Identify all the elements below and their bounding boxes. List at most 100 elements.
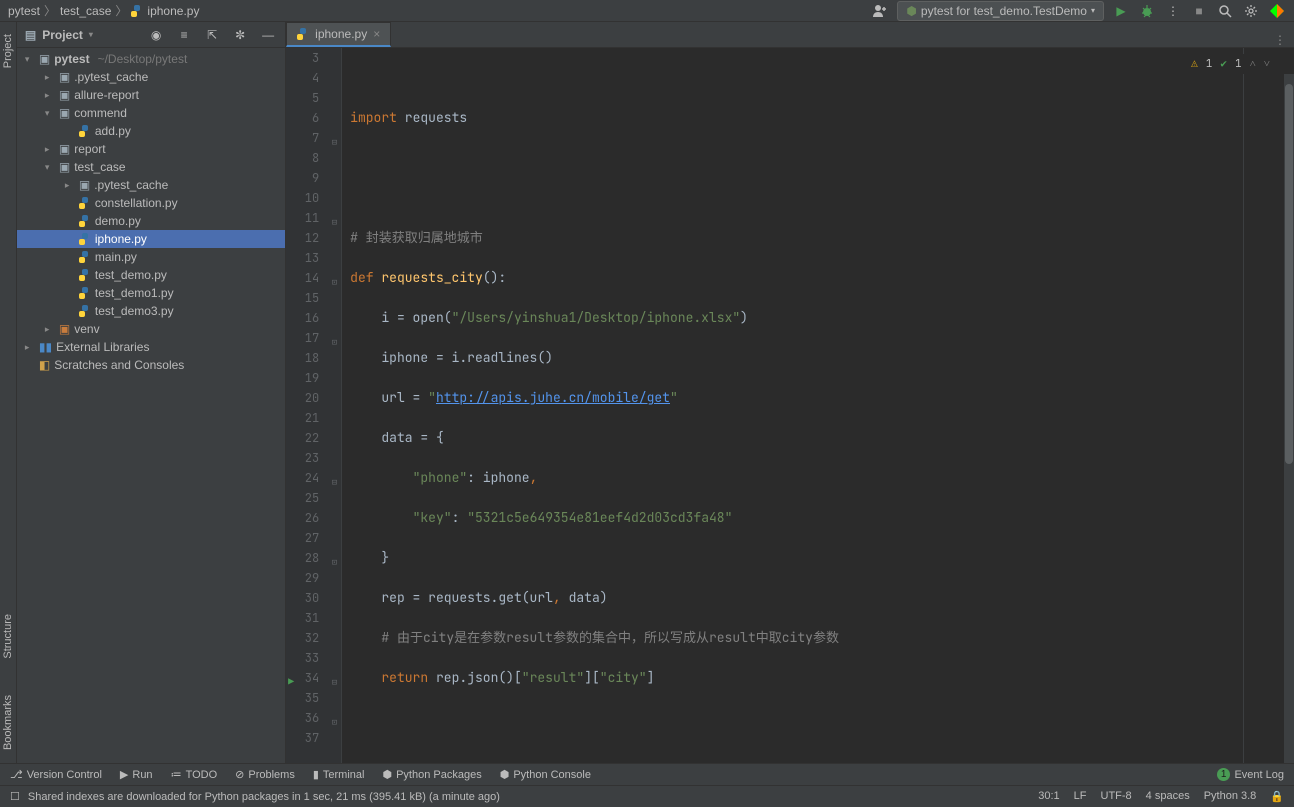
fold-marker-icon[interactable]: ⊟ <box>327 132 337 142</box>
run-more-icon[interactable]: ⋮ <box>1164 2 1182 20</box>
python-file-icon <box>297 28 309 40</box>
tree-file-selected[interactable]: iphone.py <box>17 230 285 248</box>
folder-icon: ▣ <box>59 160 70 174</box>
chevron-right-icon: ▸ <box>45 324 55 335</box>
play-icon: ▶ <box>120 768 128 781</box>
tree-folder[interactable]: ▸▣allure-report <box>17 86 285 104</box>
tool-terminal[interactable]: ▮Terminal <box>313 768 365 781</box>
tool-version-control[interactable]: ⎇Version Control <box>10 768 102 781</box>
folder-icon: ▣ <box>59 322 70 336</box>
tree-scratches[interactable]: ◧Scratches and Consoles <box>17 356 285 374</box>
fold-end-icon[interactable]: ⊡ <box>327 552 337 562</box>
project-panel: ▤ Project ▾ ◉ ≡ ⇱ ✼ — ▾ ▣ pytest ~/Deskt… <box>17 22 286 763</box>
console-icon: ⬢ <box>500 768 510 781</box>
chevron-down-icon: ▾ <box>25 54 35 65</box>
warning-icon: ⚠ <box>1191 54 1198 74</box>
python-file-icon <box>79 125 91 137</box>
tree-folder[interactable]: ▸▣report <box>17 140 285 158</box>
todo-icon: ≔ <box>171 768 182 781</box>
event-badge: 1 <box>1217 768 1231 781</box>
status-caret-pos[interactable]: 30:1 <box>1038 790 1059 803</box>
tabs-more-icon[interactable]: ⋮ <box>1266 33 1294 47</box>
editor-gutter[interactable]: 3 4 5 6 7⊟ 8 9 10 11⊟ 12 13 14⊡ 15 16 17… <box>286 48 342 763</box>
tool-problems[interactable]: ⊘Problems <box>235 768 295 781</box>
tool-python-console[interactable]: ⬢Python Console <box>500 768 591 781</box>
chevron-down-icon[interactable]: ˅ <box>1264 54 1270 74</box>
collapse-all-icon[interactable]: ⇱ <box>203 26 221 44</box>
breadcrumb-file[interactable]: iphone.py <box>131 4 199 18</box>
tool-todo[interactable]: ≔TODO <box>171 768 218 781</box>
breadcrumb-file-label: iphone.py <box>147 4 199 18</box>
tree-folder[interactable]: ▸▣.pytest_cache <box>17 176 285 194</box>
chevron-down-icon: ▾ <box>89 30 93 39</box>
settings-icon[interactable]: ✼ <box>231 26 249 44</box>
breadcrumb-folder[interactable]: test_case <box>60 4 111 18</box>
tree-file[interactable]: main.py <box>17 248 285 266</box>
debug-button[interactable] <box>1138 2 1156 20</box>
tree-folder[interactable]: ▾▣commend <box>17 104 285 122</box>
tree-file[interactable]: test_demo3.py <box>17 302 285 320</box>
tree-file[interactable]: demo.py <box>17 212 285 230</box>
stop-button: ■ <box>1190 2 1208 20</box>
tree-ext-libs[interactable]: ▸▮▮External Libraries <box>17 338 285 356</box>
status-encoding[interactable]: UTF-8 <box>1101 790 1132 803</box>
project-tree[interactable]: ▾ ▣ pytest ~/Desktop/pytest ▸▣.pytest_ca… <box>17 48 285 763</box>
tree-root[interactable]: ▾ ▣ pytest ~/Desktop/pytest <box>17 50 285 68</box>
editor-tab-label: iphone.py <box>315 27 367 41</box>
chevron-right-icon: ▸ <box>25 342 35 353</box>
jetbrains-icon[interactable] <box>1268 2 1286 20</box>
status-line-sep[interactable]: LF <box>1074 790 1087 803</box>
user-add-icon[interactable] <box>871 2 889 20</box>
editor-tab-active[interactable]: iphone.py × <box>286 22 391 47</box>
status-indent[interactable]: 4 spaces <box>1146 790 1190 803</box>
fold-end-icon[interactable]: ⊡ <box>327 712 337 722</box>
library-icon: ▮▮ <box>39 340 52 354</box>
status-sdk[interactable]: Python 3.8 <box>1204 790 1257 803</box>
inspection-widget[interactable]: ⚠1 ✔1 ˄ ˅ <box>1187 54 1274 74</box>
fold-end-icon[interactable]: ⊡ <box>327 332 337 342</box>
fold-marker-icon[interactable]: ⊟ <box>327 212 337 222</box>
run-config-label: pytest for test_demo.TestDemo <box>921 4 1087 18</box>
breadcrumb-root[interactable]: pytest <box>8 4 40 18</box>
tool-run[interactable]: ▶Run <box>120 768 153 781</box>
tree-file[interactable]: add.py <box>17 122 285 140</box>
tree-root-hint: ~/Desktop/pytest <box>98 52 188 66</box>
tool-python-packages[interactable]: ⬢Python Packages <box>382 768 481 781</box>
python-file-icon <box>79 305 91 317</box>
package-icon: ⬢ <box>382 768 392 781</box>
tree-file[interactable]: test_demo.py <box>17 266 285 284</box>
fold-marker-icon[interactable]: ⊟ <box>327 672 337 682</box>
chevron-right-icon: 〉 <box>44 2 56 19</box>
run-button[interactable]: ▶ <box>1112 2 1130 20</box>
tree-file[interactable]: test_demo1.py <box>17 284 285 302</box>
fold-end-icon[interactable]: ⊡ <box>327 272 337 282</box>
folder-icon: ▣ <box>59 106 70 120</box>
vertical-scrollbar[interactable] <box>1284 74 1294 763</box>
folder-icon: ▣ <box>79 178 90 192</box>
tree-folder[interactable]: ▸▣venv <box>17 320 285 338</box>
chevron-up-icon[interactable]: ˄ <box>1250 54 1256 74</box>
tree-folder[interactable]: ▸▣.pytest_cache <box>17 68 285 86</box>
close-icon[interactable]: × <box>373 27 380 41</box>
chevron-right-icon: 〉 <box>115 2 127 19</box>
scrollbar-thumb[interactable] <box>1285 84 1293 464</box>
lock-icon[interactable]: 🔒 <box>1270 790 1284 803</box>
search-icon[interactable] <box>1216 2 1234 20</box>
code-editor[interactable]: ⚠1 ✔1 ˄ ˅ import requests # 封装获取归属地城市 de… <box>342 48 1294 763</box>
project-panel-title[interactable]: ▤ Project ▾ <box>25 28 93 42</box>
chevron-down-icon: ▾ <box>1091 6 1095 15</box>
tree-file[interactable]: constellation.py <box>17 194 285 212</box>
run-config-selector[interactable]: ⬢ pytest for test_demo.TestDemo ▾ <box>897 1 1104 21</box>
tool-project-tab[interactable]: Project <box>2 26 14 76</box>
hide-panel-icon[interactable]: — <box>259 26 277 44</box>
gear-icon[interactable] <box>1242 2 1260 20</box>
expand-all-icon[interactable]: ≡ <box>175 26 193 44</box>
tree-folder[interactable]: ▾▣test_case <box>17 158 285 176</box>
folder-icon: ▣ <box>59 70 70 84</box>
fold-marker-icon[interactable]: ⊟ <box>327 472 337 482</box>
tool-bookmarks-tab[interactable]: Bookmarks <box>2 687 14 758</box>
locate-file-icon[interactable]: ◉ <box>147 26 165 44</box>
status-icon[interactable]: ☐ <box>10 790 20 803</box>
tool-structure-tab[interactable]: Structure <box>2 606 14 667</box>
tool-event-log[interactable]: 1Event Log <box>1217 768 1284 781</box>
